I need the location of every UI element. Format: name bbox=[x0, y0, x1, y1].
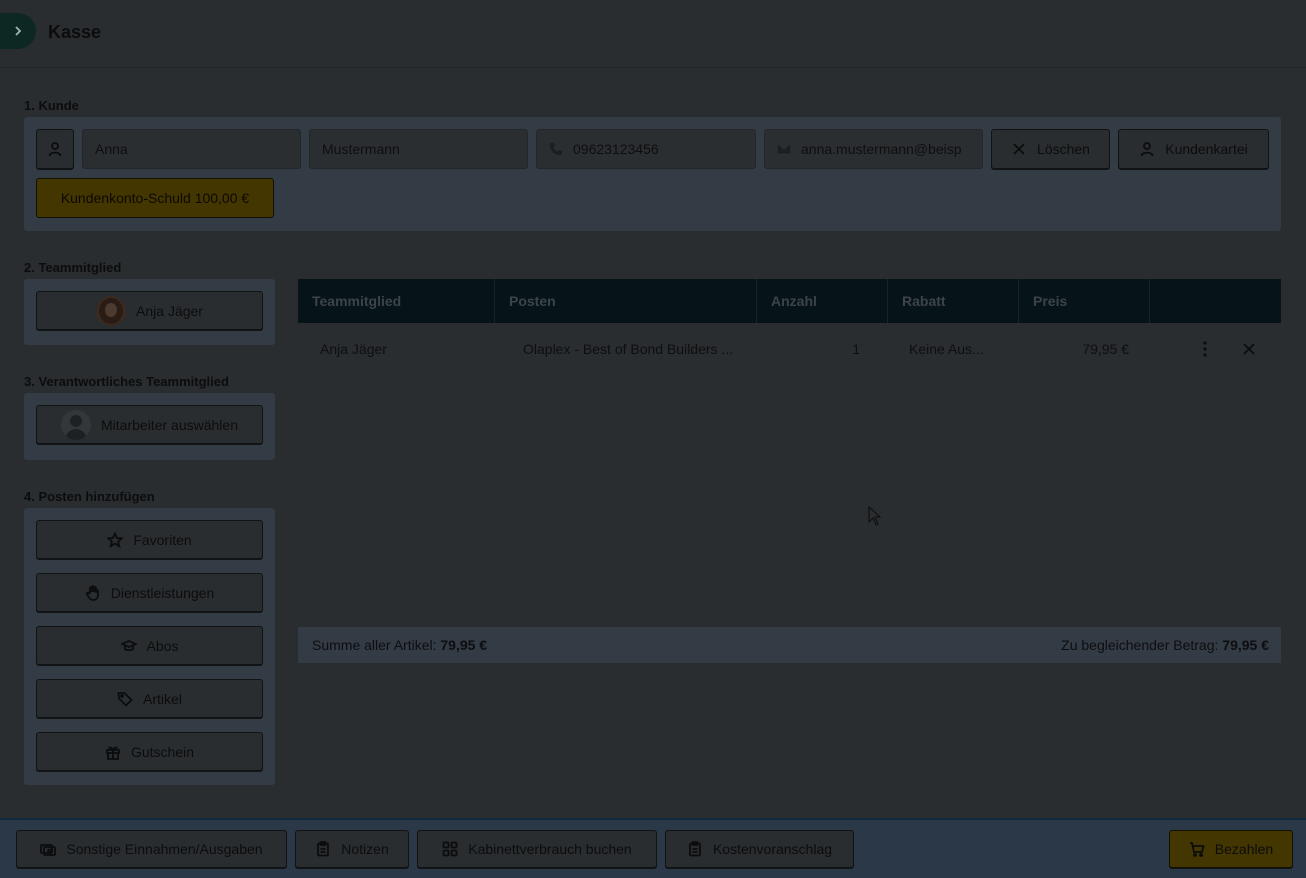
gift-icon bbox=[106, 745, 120, 760]
first-name-input[interactable] bbox=[95, 141, 300, 157]
graduation-cap-icon bbox=[120, 639, 137, 651]
customer-search-button[interactable] bbox=[36, 129, 74, 169]
favorites-label: Favoriten bbox=[133, 531, 192, 548]
voucher-label: Gutschein bbox=[130, 743, 195, 760]
table-header: Teammitglied Posten Anzahl Rabatt Preis bbox=[298, 279, 1281, 323]
row-item: Olaplex - Best of Bond Builders ... bbox=[523, 341, 734, 357]
customer-card-button[interactable]: Kundenkartei bbox=[1118, 129, 1269, 169]
articles-label: Artikel bbox=[143, 690, 182, 707]
voucher-button[interactable]: Gutschein bbox=[36, 732, 263, 771]
more-vertical-icon bbox=[1203, 341, 1207, 357]
row-qty: 1 bbox=[852, 341, 860, 357]
row-price: 79,95 € bbox=[1082, 341, 1129, 357]
pay-button[interactable]: Bezahlen bbox=[1169, 830, 1293, 868]
customer-debt-badge[interactable]: Kundenkonto-Schuld 100,00 € bbox=[36, 178, 274, 218]
star-icon bbox=[107, 531, 124, 548]
customer-debt-label: Kundenkonto-Schuld 100,00 € bbox=[60, 190, 250, 206]
cash-icon bbox=[40, 844, 57, 856]
close-icon bbox=[1013, 143, 1025, 155]
avatar-placeholder-icon bbox=[61, 409, 92, 440]
last-name-field[interactable] bbox=[309, 129, 528, 169]
cost-estimate-label: Kostenvoranschlag bbox=[712, 841, 833, 857]
favorites-button[interactable]: Favoriten bbox=[36, 520, 263, 559]
select-employee-button[interactable]: Mitarbeiter auswählen bbox=[36, 405, 263, 444]
customer-section-label: 1. Kunde bbox=[24, 98, 79, 113]
due-total: Zu begleichender Betrag: 79,95 € bbox=[1061, 637, 1269, 653]
avatar bbox=[96, 295, 127, 326]
subscriptions-button[interactable]: Abos bbox=[36, 626, 263, 665]
notes-label: Notizen bbox=[341, 841, 389, 857]
user-icon bbox=[48, 142, 62, 157]
first-name-field[interactable] bbox=[82, 129, 301, 169]
due-label: Zu begleichender Betrag: bbox=[1061, 637, 1219, 653]
header: Kasse bbox=[0, 0, 1306, 68]
notes-button[interactable]: Notizen bbox=[295, 830, 409, 868]
clipboard-icon bbox=[317, 841, 330, 857]
sum-total: Summe aller Artikel: 79,95 € bbox=[312, 637, 487, 653]
other-income-expense-button[interactable]: Sonstige Einnahmen/Ausgaben bbox=[16, 830, 287, 868]
add-items-section-label: 4. Posten hinzufügen bbox=[24, 489, 155, 504]
select-employee-label: Mitarbeiter auswählen bbox=[101, 416, 238, 433]
column-header-actions bbox=[1150, 279, 1281, 323]
cabinet-usage-label: Kabinettverbrauch buchen bbox=[468, 841, 632, 857]
pay-label: Bezahlen bbox=[1214, 841, 1274, 857]
team-section-label: 2. Teammitglied bbox=[24, 260, 122, 275]
tag-icon bbox=[117, 691, 133, 707]
chevron-right-icon bbox=[15, 26, 22, 36]
bottom-action-bar: Sonstige Einnahmen/Ausgaben Notizen Kabi… bbox=[0, 818, 1306, 878]
mouse-cursor-icon bbox=[868, 506, 882, 526]
row-more-button[interactable] bbox=[1193, 337, 1217, 361]
column-header-qty[interactable]: Anzahl bbox=[757, 279, 888, 323]
page-title: Kasse bbox=[48, 22, 102, 42]
phone-field[interactable] bbox=[536, 129, 756, 169]
cart-icon bbox=[1189, 842, 1205, 857]
row-discount[interactable]: Keine Aus... bbox=[909, 323, 999, 375]
row-remove-button[interactable] bbox=[1237, 337, 1261, 361]
last-name-input[interactable] bbox=[322, 141, 527, 157]
services-button[interactable]: Dienstleistungen bbox=[36, 573, 263, 612]
grid-icon bbox=[442, 841, 458, 857]
close-icon bbox=[1243, 343, 1255, 355]
table-footer: Summe aller Artikel: 79,95 € Zu begleich… bbox=[298, 627, 1281, 663]
responsible-section-label: 3. Verantwortliches Teammitglied bbox=[24, 374, 229, 389]
column-header-price[interactable]: Preis bbox=[1019, 279, 1150, 323]
sum-label: Summe aller Artikel: bbox=[312, 637, 437, 653]
cost-estimate-button[interactable]: Kostenvoranschlag bbox=[665, 830, 854, 868]
services-label: Dienstleistungen bbox=[110, 584, 215, 601]
customer-card-label: Kundenkartei bbox=[1165, 141, 1248, 157]
clear-customer-label: Löschen bbox=[1037, 141, 1090, 157]
team-member-button[interactable]: Anja Jäger bbox=[36, 291, 263, 330]
other-income-expense-label: Sonstige Einnahmen/Ausgaben bbox=[66, 841, 263, 857]
sidebar-toggle-button[interactable] bbox=[0, 13, 36, 49]
phone-icon bbox=[549, 142, 563, 156]
phone-input[interactable] bbox=[573, 141, 755, 157]
subscriptions-label: Abos bbox=[146, 637, 179, 654]
items-table: Teammitglied Posten Anzahl Rabatt Preis … bbox=[298, 279, 1281, 664]
column-header-item[interactable]: Posten bbox=[495, 279, 757, 323]
mail-icon bbox=[777, 144, 791, 154]
due-value: 79,95 € bbox=[1222, 637, 1269, 653]
articles-button[interactable]: Artikel bbox=[36, 679, 263, 718]
column-header-member[interactable]: Teammitglied bbox=[298, 279, 495, 323]
table-row[interactable]: Anja Jäger Olaplex - Best of Bond Builde… bbox=[298, 323, 1281, 375]
user-icon bbox=[1140, 142, 1154, 157]
email-field[interactable] bbox=[764, 129, 983, 169]
team-member-name: Anja Jäger bbox=[136, 302, 203, 319]
clipboard-icon bbox=[689, 841, 701, 857]
sum-value: 79,95 € bbox=[440, 637, 488, 653]
cabinet-usage-button[interactable]: Kabinettverbrauch buchen bbox=[417, 830, 657, 868]
column-header-discount[interactable]: Rabatt bbox=[888, 279, 1019, 323]
email-input[interactable] bbox=[801, 141, 982, 157]
app-root: Kasse 1. Kunde Löschen Kundenkartei Kund… bbox=[0, 0, 1306, 878]
clear-customer-button[interactable]: Löschen bbox=[991, 129, 1110, 169]
hand-icon bbox=[85, 584, 99, 601]
row-member: Anja Jäger bbox=[320, 341, 387, 357]
